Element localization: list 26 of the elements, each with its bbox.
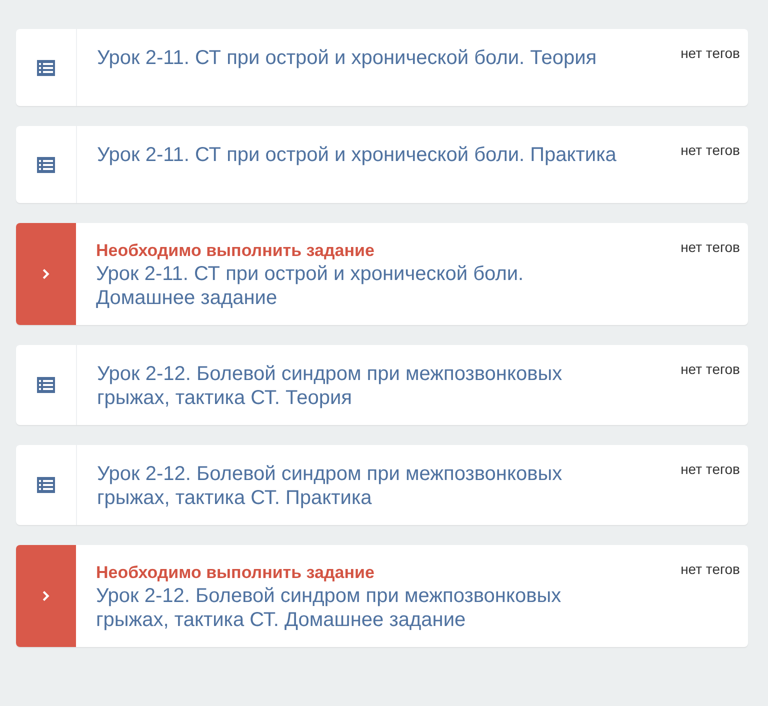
task-notice: Необходимо выполнить задание [96, 562, 374, 584]
list-icon [36, 58, 56, 78]
tags-label: нет тегов [680, 44, 741, 61]
lesson-title[interactable]: Урок 2-12. Болевой синдром при межпозвонковых грыжах, тактика СТ. Практика [97, 462, 627, 510]
lesson-card[interactable]: Урок 2-11. СТ при острой и хронической боли. Теория нет тегов [16, 29, 748, 106]
task-notice: Необходимо выполнить задание [96, 240, 374, 262]
lesson-title[interactable]: Урок 2-11. СТ при острой и хронической боли. Теория [97, 46, 597, 70]
lesson-card[interactable]: Урок 2-12. Болевой синдром при межпозвонковых грыжах, тактика СТ. Практика нет тегов [16, 445, 748, 525]
lesson-card[interactable]: Необходимо выполнить задание Урок 2-12. Болевой синдром при межпозвонковых грыжах, тактика СТ. Домашнее задание нет тегов [16, 545, 748, 647]
list-icon [36, 154, 56, 174]
lesson-title[interactable]: Урок 2-11. СТ при острой и хронической боли. Домашнее задание [96, 262, 626, 310]
tags-label: нет тегов [680, 460, 741, 477]
lesson-card[interactable]: Урок 2-11. СТ при острой и хронической боли. Практика нет тегов [16, 126, 748, 203]
chevron-icon [40, 267, 52, 281]
lesson-title[interactable]: Урок 2-12. Болевой синдром при межпозвонковых грыжах, тактика СТ. Домашнее задание [96, 584, 626, 632]
lesson-title[interactable]: Урок 2-12. Болевой синдром при межпозвонковых грыжах, тактика СТ. Теория [97, 362, 627, 410]
lesson-title[interactable]: Урок 2-11. СТ при острой и хронической боли. Практика [97, 143, 616, 167]
list-icon [36, 375, 56, 395]
tags-label: нет тегов [680, 560, 741, 577]
lesson-card[interactable]: Необходимо выполнить задание Урок 2-11. СТ при острой и хронической боли. Домашнее задание нет тегов [16, 223, 748, 325]
chevron-icon [40, 589, 52, 603]
tags-label: нет тегов [680, 238, 741, 255]
list-icon [36, 475, 56, 495]
tags-label: нет тегов [680, 141, 741, 158]
lesson-card[interactable]: Урок 2-12. Болевой синдром при межпозвонковых грыжах, тактика СТ. Теория нет тегов [16, 345, 748, 425]
tags-label: нет тегов [680, 360, 741, 377]
